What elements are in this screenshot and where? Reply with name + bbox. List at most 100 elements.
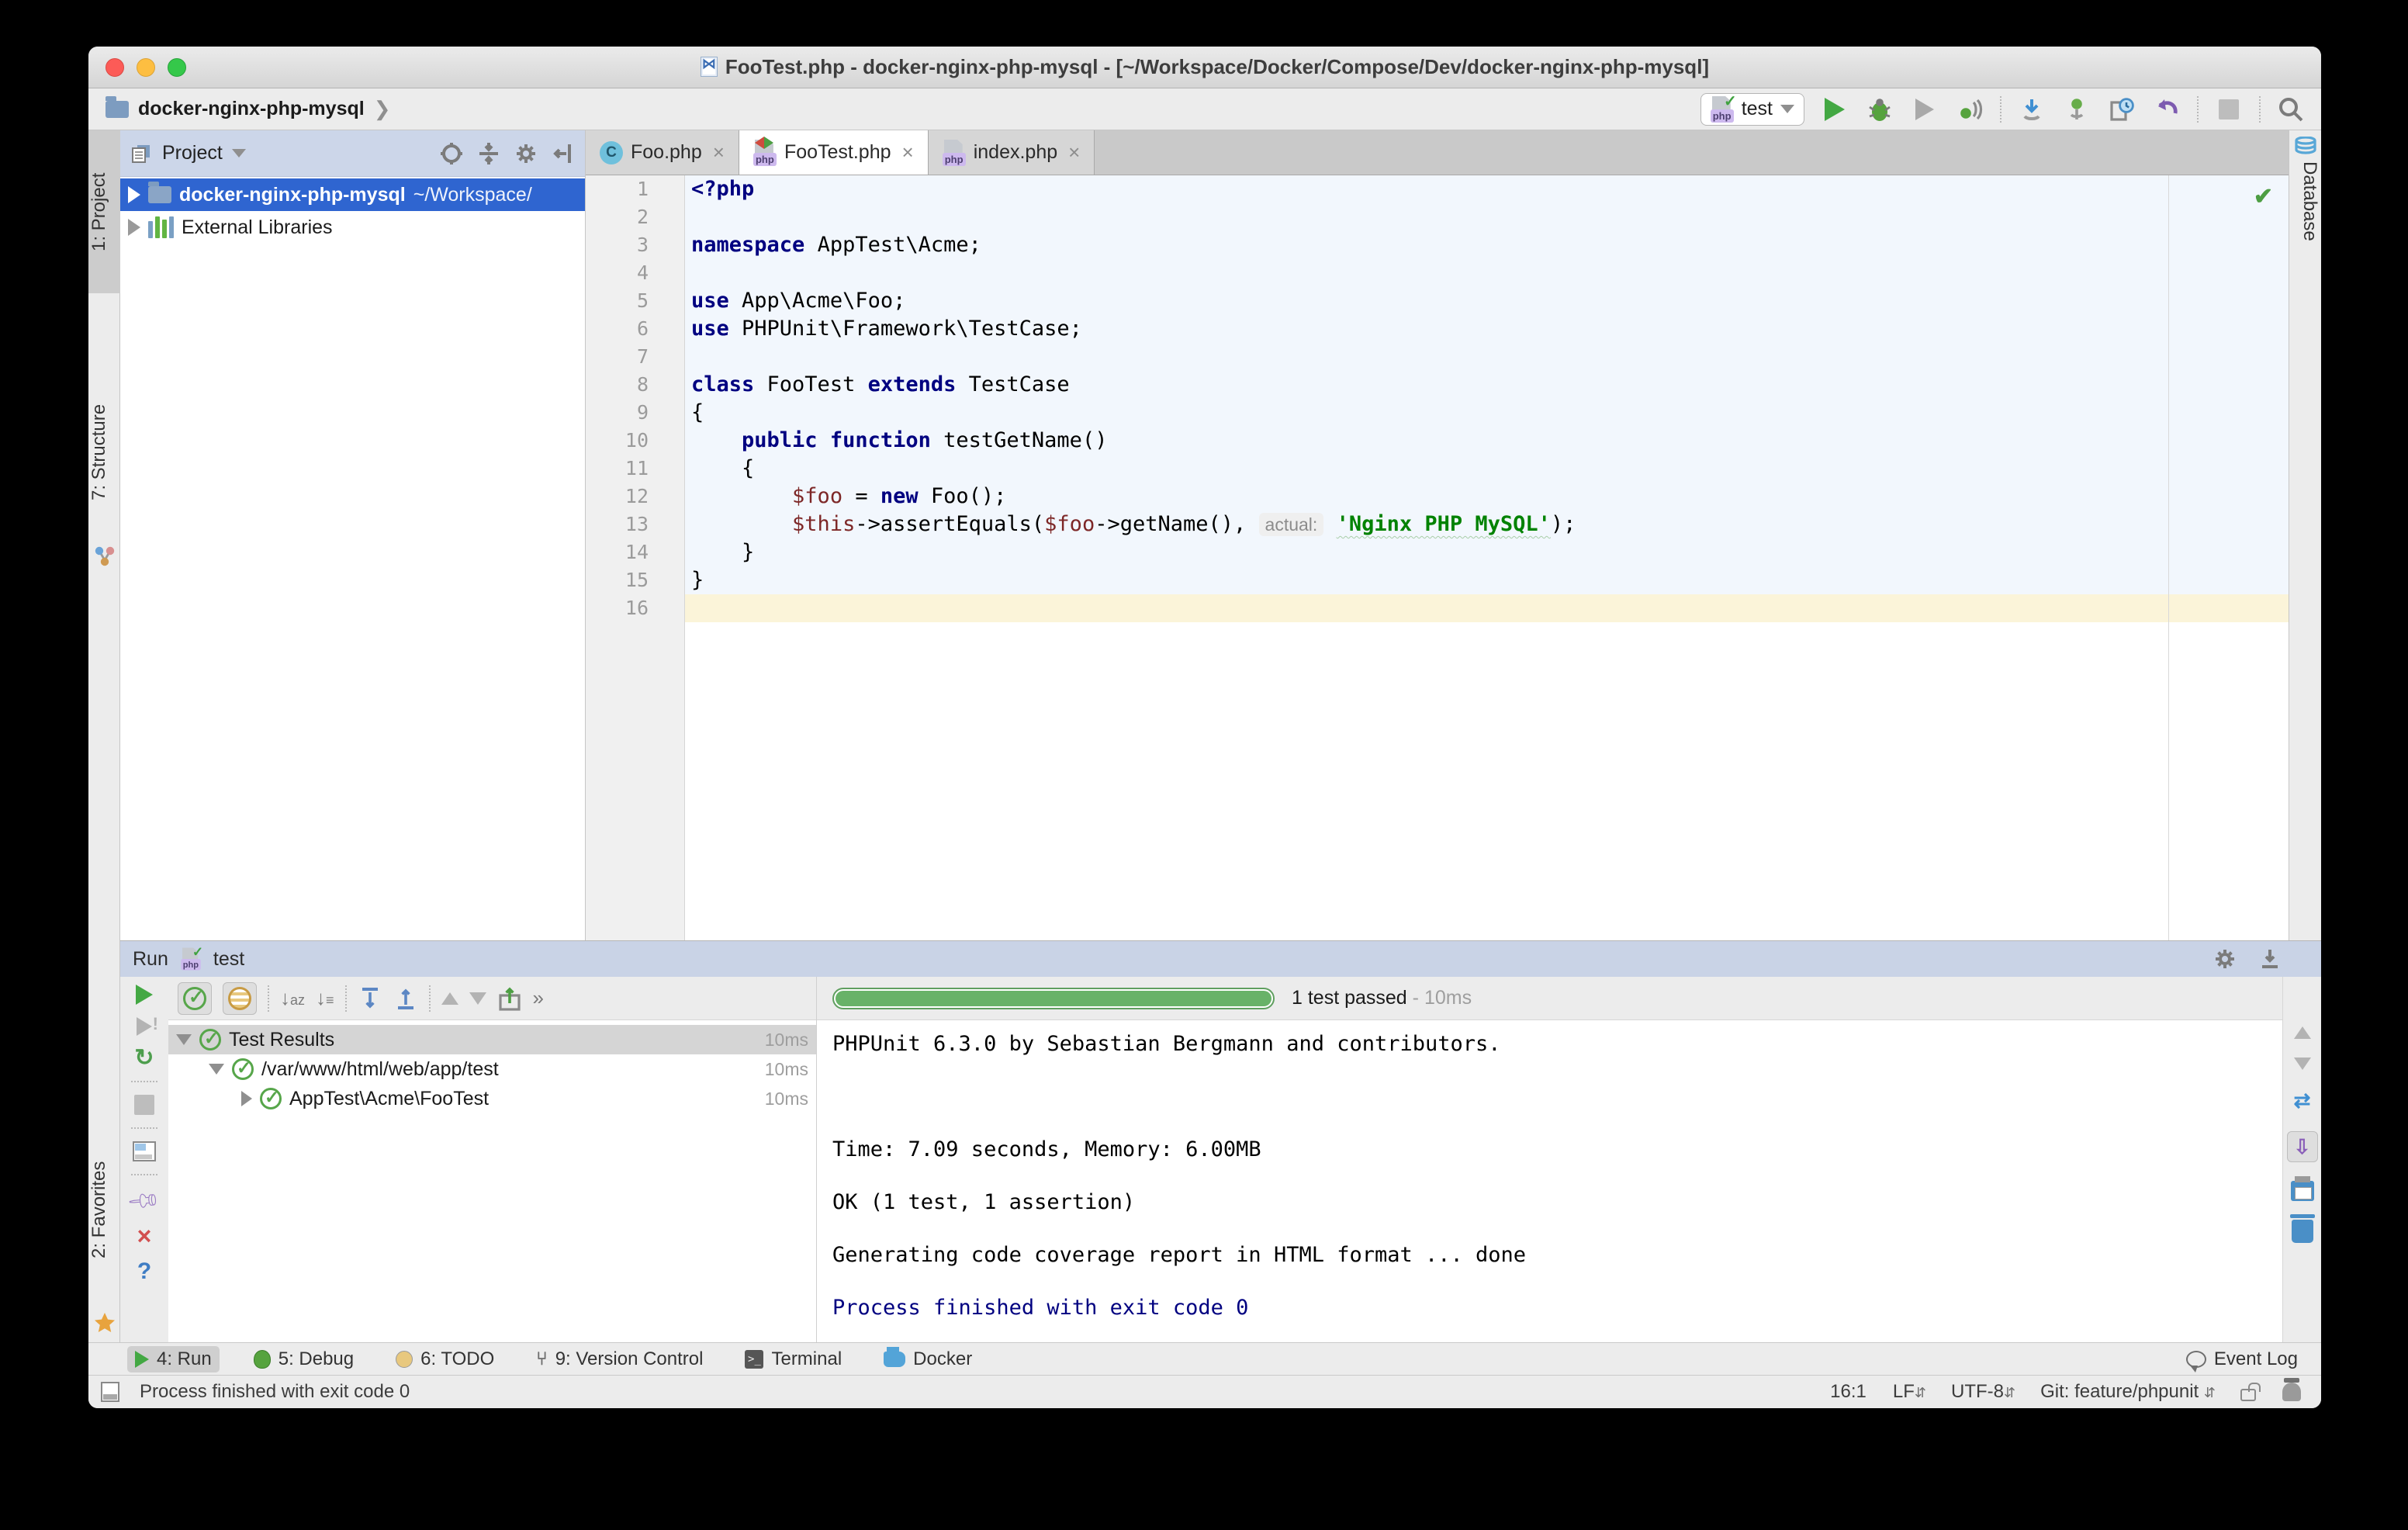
git-branch-widget[interactable]: Git: feature/phpunit ⇵: [2040, 1381, 2214, 1403]
expand-arrow-icon[interactable]: [128, 186, 140, 203]
code-area[interactable]: <?php namespace AppTest\Acme; use App\Acme…: [685, 175, 2289, 622]
line-number[interactable]: 8: [586, 371, 684, 399]
tab-footest-php[interactable]: php FooTest.php ×: [739, 130, 929, 175]
close-icon[interactable]: ×: [1068, 140, 1080, 164]
chevron-down-icon[interactable]: [232, 149, 246, 158]
editor-gutter[interactable]: 12345678910111213141516: [586, 175, 685, 940]
test-tree-row[interactable]: Test Results10ms: [168, 1025, 816, 1054]
search-everywhere-button[interactable]: [2276, 95, 2306, 124]
sort-alphabetically-button[interactable]: ↓az: [280, 986, 305, 1010]
encoding-widget[interactable]: UTF-8⇵: [1951, 1381, 2014, 1403]
toolwindow-terminal-button[interactable]: >_Terminal: [737, 1346, 849, 1372]
test-tree-row[interactable]: /var/www/html/web/app/test10ms: [168, 1054, 816, 1084]
rerun-button[interactable]: [136, 985, 153, 1005]
expand-arrow-icon[interactable]: [241, 1091, 252, 1106]
stop-button[interactable]: [134, 1095, 154, 1115]
line-number[interactable]: 2: [586, 203, 684, 231]
tab-index-php[interactable]: php index.php ×: [929, 130, 1095, 175]
inspection-status-icon[interactable]: ✔: [2254, 183, 2273, 210]
code-editor[interactable]: 12345678910111213141516 <?phpnamespace A…: [586, 175, 2289, 940]
expand-arrow-icon[interactable]: [128, 219, 140, 236]
code-line[interactable]: namespace AppTest\Acme;: [685, 231, 2289, 259]
scroll-to-end-button[interactable]: ⇩: [2287, 1131, 2318, 1162]
project-root-row[interactable]: docker-nginx-php-mysql ~/Workspace/: [120, 178, 585, 211]
code-line[interactable]: [685, 259, 2289, 287]
toolwindow-version-control-button[interactable]: ⑂9: Version Control: [528, 1346, 711, 1372]
show-ignored-toggle[interactable]: [223, 982, 257, 1015]
toolwindow-docker-button[interactable]: Docker: [876, 1346, 980, 1372]
line-number[interactable]: 5: [586, 287, 684, 315]
code-line[interactable]: use PHPUnit\Framework\TestCase;: [685, 315, 2289, 343]
local-history-button[interactable]: [2107, 95, 2136, 124]
undo-button[interactable]: [2152, 95, 2181, 124]
code-line[interactable]: use App\Acme\Foo;: [685, 287, 2289, 315]
tool-stripe-database[interactable]: Database: [2289, 161, 2320, 332]
project-panel-title[interactable]: Project: [162, 142, 223, 164]
tab-foo-php[interactable]: C Foo.php ×: [586, 130, 739, 175]
breadcrumb[interactable]: docker-nginx-php-mysql ❯: [106, 97, 390, 121]
code-line[interactable]: $this->assertEquals($foo->getName(), act…: [685, 511, 2289, 538]
close-icon[interactable]: ×: [902, 140, 914, 164]
export-test-results-button[interactable]: [497, 986, 522, 1011]
tool-stripe-favorites[interactable]: 2: Favorites: [88, 1113, 120, 1307]
commit-changes-button[interactable]: [2062, 95, 2091, 124]
external-libraries-row[interactable]: External Libraries: [120, 211, 585, 244]
code-line[interactable]: {: [685, 455, 2289, 483]
previous-occurrence-button[interactable]: [441, 992, 458, 1005]
line-number[interactable]: 3: [586, 231, 684, 259]
pin-tab-button[interactable]: 📌︎: [126, 1182, 163, 1219]
code-line[interactable]: <?php: [685, 175, 2289, 203]
more-actions-button[interactable]: »: [533, 986, 544, 1010]
attach-profiler-button[interactable]: [1955, 95, 1984, 124]
hide-panel-button[interactable]: [551, 141, 576, 166]
line-number[interactable]: 10: [586, 427, 684, 455]
expand-arrow-icon[interactable]: [209, 1064, 224, 1075]
line-number[interactable]: 14: [586, 538, 684, 566]
clear-all-button[interactable]: [2292, 1220, 2313, 1243]
close-panel-button[interactable]: ×: [137, 1226, 152, 1246]
close-icon[interactable]: ×: [713, 140, 725, 164]
expand-all-button[interactable]: [358, 986, 382, 1011]
highlighting-level-icon[interactable]: [2282, 1383, 2301, 1401]
run-configuration-selector[interactable]: php✓ test: [1700, 93, 1804, 126]
sort-by-duration-button[interactable]: ↓≡: [316, 986, 334, 1010]
previous-message-button[interactable]: [2294, 1026, 2311, 1039]
code-line[interactable]: }: [685, 566, 2289, 594]
code-line[interactable]: public function testGetName(): [685, 427, 2289, 455]
soft-wrap-button[interactable]: ⇄: [2294, 1089, 2311, 1113]
test-tree-row[interactable]: AppTest\Acme\FooTest10ms: [168, 1084, 816, 1113]
toolwindow-debug-button[interactable]: 5: Debug: [246, 1346, 362, 1372]
collapse-all-button[interactable]: [476, 141, 501, 166]
print-button[interactable]: [2291, 1181, 2314, 1201]
debug-button[interactable]: [1865, 95, 1894, 124]
update-project-button[interactable]: [2017, 95, 2046, 124]
line-number[interactable]: 9: [586, 399, 684, 427]
help-button[interactable]: ?: [137, 1258, 151, 1285]
toolwindow-todo-button[interactable]: 6: TODO: [388, 1346, 502, 1372]
restore-layout-button[interactable]: [133, 1141, 156, 1161]
locate-file-button[interactable]: [439, 141, 464, 166]
lock-icon[interactable]: [2240, 1389, 2256, 1401]
breadcrumb-project-name[interactable]: docker-nginx-php-mysql: [138, 98, 365, 120]
code-line[interactable]: [685, 203, 2289, 231]
hide-panel-button[interactable]: [2258, 947, 2282, 971]
tool-stripe-structure[interactable]: 7: Structure: [88, 363, 120, 542]
run-button[interactable]: [1820, 95, 1849, 124]
line-number[interactable]: 6: [586, 315, 684, 343]
event-log-button[interactable]: Event Log: [2186, 1348, 2298, 1370]
caret-position-widget[interactable]: 16:1: [1830, 1381, 1867, 1403]
line-ending-widget[interactable]: LF⇵: [1893, 1381, 1925, 1403]
stop-button[interactable]: [2214, 95, 2244, 124]
line-number[interactable]: 16: [586, 594, 684, 622]
next-message-button[interactable]: [2294, 1058, 2311, 1070]
line-number[interactable]: 11: [586, 455, 684, 483]
settings-button[interactable]: [2213, 947, 2237, 971]
code-line[interactable]: class FooTest extends TestCase: [685, 371, 2289, 399]
expand-arrow-icon[interactable]: [176, 1034, 192, 1045]
next-occurrence-button[interactable]: [469, 992, 486, 1005]
line-number[interactable]: 15: [586, 566, 684, 594]
run-with-coverage-button[interactable]: [1910, 95, 1939, 124]
code-line[interactable]: }: [685, 538, 2289, 566]
collapse-all-button[interactable]: [393, 986, 418, 1011]
code-line[interactable]: $foo = new Foo();: [685, 483, 2289, 511]
